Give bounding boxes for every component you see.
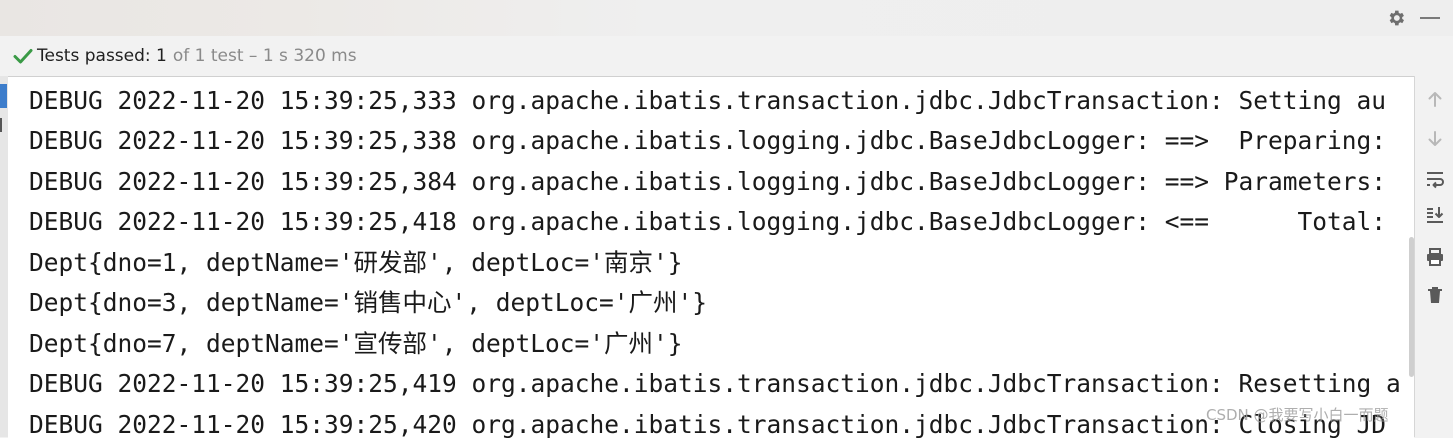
minimize-icon[interactable]	[1420, 17, 1440, 19]
console-toolbar	[1414, 76, 1453, 437]
console-output[interactable]: DEBUG 2022-11-20 15:39:25,333 org.apache…	[8, 76, 1414, 438]
console-line: DEBUG 2022-11-20 15:39:25,419 org.apache…	[29, 369, 1401, 398]
console-line: DEBUG 2022-11-20 15:39:25,333 org.apache…	[29, 86, 1387, 115]
scroll-to-end-icon[interactable]	[1424, 204, 1446, 226]
check-icon	[13, 46, 33, 66]
left-gutter	[0, 76, 8, 437]
gutter-tick	[0, 118, 7, 132]
gear-icon[interactable]	[1383, 5, 1409, 31]
arrow-up-icon[interactable]	[1424, 88, 1446, 110]
console-line: Dept{dno=3, deptName='销售中心', deptLoc='广州…	[29, 288, 708, 317]
soft-wrap-icon[interactable]	[1424, 168, 1446, 190]
print-icon[interactable]	[1424, 246, 1446, 268]
window-header	[0, 0, 1453, 36]
arrow-down-icon[interactable]	[1424, 128, 1446, 150]
console-line: DEBUG 2022-11-20 15:39:25,418 org.apache…	[29, 207, 1387, 236]
console-line: Dept{dno=1, deptName='研发部', deptLoc='南京'…	[29, 248, 683, 277]
test-status-bar: Tests passed: 1 of 1 test – 1 s 320 ms	[0, 36, 1453, 76]
active-tab-marker	[0, 84, 7, 108]
watermark: CSDN @我要写小白一而题	[1206, 406, 1389, 424]
console-line: DEBUG 2022-11-20 15:39:25,384 org.apache…	[29, 167, 1387, 196]
console-line: DEBUG 2022-11-20 15:39:25,420 org.apache…	[29, 410, 1387, 438]
test-status-text: Tests passed: 1 of 1 test – 1 s 320 ms	[37, 46, 357, 66]
status-detail: of 1 test – 1 s 320 ms	[172, 46, 357, 66]
status-label: Tests passed:	[37, 46, 151, 66]
trash-icon[interactable]	[1424, 284, 1446, 306]
console-line: Dept{dno=7, deptName='宣传部', deptLoc='广州'…	[29, 329, 683, 358]
status-count: 1	[156, 46, 167, 66]
console-line: DEBUG 2022-11-20 15:39:25,338 org.apache…	[29, 126, 1387, 155]
